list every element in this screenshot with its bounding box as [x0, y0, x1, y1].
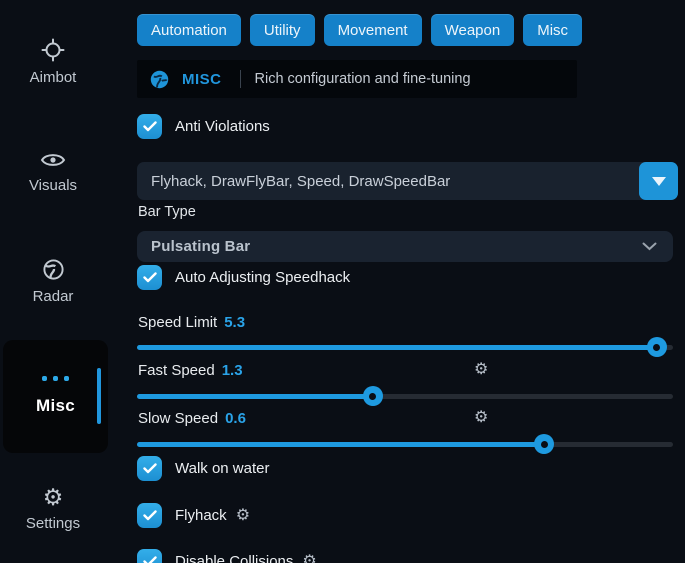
tab-utility[interactable]: Utility: [250, 14, 315, 46]
sidebar-item-label: Radar: [33, 288, 74, 305]
main-content: Automation Utility Movement Weapon Misc …: [137, 0, 685, 563]
gear-icon[interactable]: ⚙: [236, 508, 250, 524]
fast-speed-label: Fast Speed 1.3: [138, 362, 243, 379]
checkmark-icon: [137, 503, 162, 528]
checkbox-label: Flyhack: [175, 507, 227, 524]
checkbox-flyhack[interactable]: Flyhack ⚙: [137, 503, 250, 528]
speed-limit-slider[interactable]: [137, 337, 673, 357]
sidebar-item-label: Visuals: [29, 177, 77, 194]
checkbox-auto-adjusting-speedhack[interactable]: Auto Adjusting Speedhack: [137, 265, 350, 290]
slider-fill: [137, 442, 544, 447]
multiselect-value: Flyhack, DrawFlyBar, Speed, DrawSpeedBar: [137, 173, 450, 190]
slider-value: 1.3: [222, 362, 243, 379]
sidebar-item-settings[interactable]: ⚙ Settings: [0, 486, 106, 532]
section-title: MISC: [182, 71, 222, 88]
tab-movement[interactable]: Movement: [324, 14, 422, 46]
sidebar-item-visuals[interactable]: Visuals: [0, 150, 106, 194]
slider-name: Speed Limit: [138, 314, 217, 331]
slider-fill: [137, 394, 373, 399]
checkbox-label: Anti Violations: [175, 118, 270, 135]
slider-name: Slow Speed: [138, 410, 218, 427]
slider-handle[interactable]: [534, 434, 554, 454]
slider-track: [137, 345, 673, 350]
header-divider: [240, 70, 241, 88]
checkmark-icon: [137, 549, 162, 563]
fast-speed-slider[interactable]: [137, 386, 673, 406]
sidebar-item-misc-active[interactable]: Misc: [3, 340, 108, 453]
globe-icon: [150, 70, 169, 89]
section-header: MISC Rich configuration and fine-tuning: [137, 60, 577, 98]
gear-icon: ⚙: [0, 486, 106, 508]
slow-speed-label: Slow Speed 0.6: [138, 410, 246, 427]
checkbox-anti-violations[interactable]: Anti Violations: [137, 114, 270, 139]
section-subtitle: Rich configuration and fine-tuning: [255, 71, 471, 87]
sidebar-item-radar[interactable]: Radar: [0, 258, 106, 305]
slider-name: Fast Speed: [138, 362, 215, 379]
bar-type-label: Bar Type: [138, 204, 196, 220]
gear-icon[interactable]: ⚙: [302, 554, 316, 563]
chevron-down-icon: [642, 242, 657, 251]
sidebar: Aimbot Visuals Radar Misc ⚙ Settings: [0, 0, 130, 563]
gear-icon[interactable]: ⚙: [474, 361, 488, 379]
checkbox-label: Disable Collisions: [175, 553, 293, 563]
select-value: Pulsating Bar: [151, 238, 250, 255]
globe-icon: [0, 258, 106, 281]
slider-track: [137, 442, 673, 447]
sidebar-item-label: Aimbot: [30, 69, 77, 86]
tab-automation[interactable]: Automation: [137, 14, 241, 46]
slow-speed-slider[interactable]: [137, 434, 673, 454]
checkbox-label: Auto Adjusting Speedhack: [175, 269, 350, 286]
checkmark-icon: [137, 456, 162, 481]
slider-value: 0.6: [225, 410, 246, 427]
category-tabs: Automation Utility Movement Weapon Misc: [137, 14, 582, 46]
ellipsis-icon: [3, 376, 108, 381]
sidebar-item-aimbot[interactable]: Aimbot: [0, 38, 106, 86]
checkbox-disable-collisions[interactable]: Disable Collisions ⚙: [137, 549, 317, 563]
checkbox-label: Walk on water: [175, 460, 269, 477]
bar-type-select[interactable]: Pulsating Bar: [137, 231, 673, 262]
tab-weapon[interactable]: Weapon: [431, 14, 515, 46]
sidebar-item-label: Settings: [26, 515, 80, 532]
slider-fill: [137, 345, 657, 350]
gear-icon[interactable]: ⚙: [474, 409, 488, 427]
checkbox-walk-on-water[interactable]: Walk on water: [137, 456, 269, 481]
slider-handle[interactable]: [363, 386, 383, 406]
checkmark-icon: [137, 114, 162, 139]
checkmark-icon: [137, 265, 162, 290]
speed-limit-label: Speed Limit 5.3: [138, 314, 245, 331]
slider-track: [137, 394, 673, 399]
sidebar-item-label: Misc: [3, 396, 108, 416]
bar-multiselect-field[interactable]: Flyhack, DrawFlyBar, Speed, DrawSpeedBar: [137, 162, 678, 200]
tab-misc[interactable]: Misc: [523, 14, 582, 46]
eye-icon: [0, 150, 106, 170]
multiselect-dropdown-button[interactable]: [639, 162, 678, 200]
dropdown-triangle-icon: [652, 177, 666, 186]
slider-value: 5.3: [224, 314, 245, 331]
active-indicator-bar: [97, 368, 101, 424]
slider-handle[interactable]: [647, 337, 667, 357]
crosshair-icon: [0, 38, 106, 62]
